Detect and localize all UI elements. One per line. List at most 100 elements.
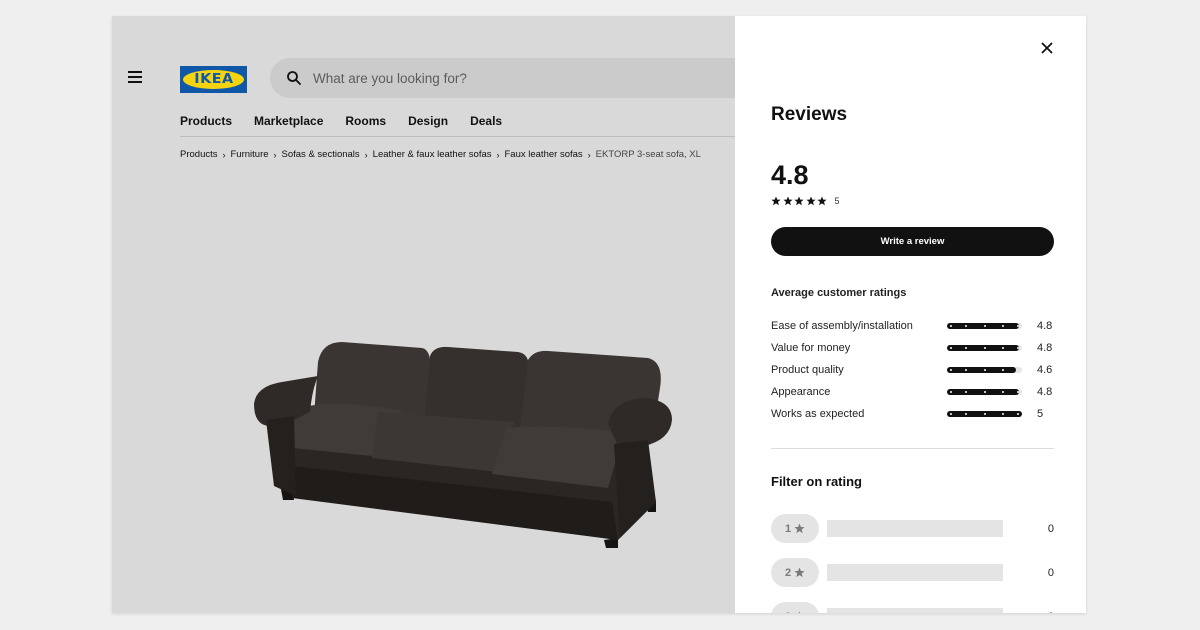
rating-label: Product quality <box>771 364 844 376</box>
filter-bar <box>827 564 1003 581</box>
star-icon <box>805 196 816 206</box>
breadcrumb-item[interactable]: Sofas & sectionals <box>282 149 360 160</box>
chevron-right-icon: › <box>364 149 368 160</box>
star-icon <box>794 567 805 578</box>
nav-item-products[interactable]: Products <box>180 114 232 128</box>
nav-divider <box>180 136 740 137</box>
rating-bar-tick <box>964 391 967 393</box>
write-review-button[interactable]: Write a review <box>771 227 1054 256</box>
filter-bar <box>827 608 1003 613</box>
search-input[interactable] <box>311 69 695 87</box>
rating-bar <box>947 323 1022 329</box>
rating-row: Ease of assembly/installation 4.8 <box>771 315 1061 337</box>
rating-bar-tick <box>983 325 986 327</box>
rating-label: Works as expected <box>771 408 865 420</box>
rating-bar-tick <box>983 391 986 393</box>
rating-bar-tick <box>1017 391 1020 393</box>
hamburger-menu-icon[interactable] <box>128 71 142 85</box>
rating-bar <box>947 411 1022 417</box>
nav-item-design[interactable]: Design <box>408 114 448 128</box>
star-icon <box>798 611 801 613</box>
rating-bar <box>947 367 1022 373</box>
rating-value: 4.8 <box>1037 342 1053 354</box>
rating-bar-tick <box>949 369 952 371</box>
chevron-right-icon: › <box>273 149 277 160</box>
average-ratings-heading: Average customer ratings <box>771 287 907 299</box>
search-bar[interactable] <box>270 58 790 98</box>
page-frame: IKEA Products Marketplace Rooms Design D… <box>112 16 1086 613</box>
nav-item-marketplace[interactable]: Marketplace <box>254 114 323 128</box>
star-icon <box>794 196 804 206</box>
search-icon <box>287 71 301 85</box>
product-image-sofa[interactable] <box>252 316 692 556</box>
rating-value: 4.8 <box>1037 320 1053 332</box>
rating-bar-tick <box>964 347 967 349</box>
chevron-right-icon: › <box>587 149 591 160</box>
rating-row: Product quality 4.6 <box>771 359 1061 381</box>
nav-item-rooms[interactable]: Rooms <box>345 114 386 128</box>
star-rating: 5 <box>771 196 840 206</box>
breadcrumb-item[interactable]: Leather & faux leather sofas <box>373 149 492 160</box>
filter-2-star-button[interactable]: 2 <box>771 558 819 587</box>
rating-bar <box>947 345 1022 351</box>
rating-value: 4.8 <box>1037 386 1053 398</box>
filter-count: 0 <box>1048 611 1054 614</box>
filter-heading: Filter on rating <box>771 474 862 489</box>
rating-bar-fill <box>947 367 1016 373</box>
breadcrumb: Products › Furniture › Sofas & sectional… <box>180 149 701 160</box>
rating-bar-tick <box>949 413 952 415</box>
review-count: 5 <box>834 196 840 206</box>
rating-bar-tick <box>983 369 986 371</box>
rating-row: Value for money 4.8 <box>771 337 1061 359</box>
rating-bar-tick <box>983 347 986 349</box>
chevron-right-icon: › <box>222 149 226 160</box>
filter-count: 0 <box>1047 522 1054 535</box>
star-icon <box>817 196 827 206</box>
filter-stars-label: 3 <box>785 611 791 614</box>
filter-row: 1 0 <box>771 514 1054 543</box>
filter-bar <box>827 520 1003 537</box>
star-icon <box>782 196 793 206</box>
nav-item-deals[interactable]: Deals <box>470 114 502 128</box>
average-ratings-list: Ease of assembly/installation 4.8 Value … <box>771 315 1061 425</box>
rating-label: Value for money <box>771 342 851 354</box>
top-navigation: Products Marketplace Rooms Design Deals <box>180 114 502 128</box>
rating-value: 4.6 <box>1037 364 1053 376</box>
chevron-right-icon: › <box>496 149 500 160</box>
rating-bar-tick <box>949 391 952 393</box>
rating-bar-tick <box>949 347 952 349</box>
ikea-logo[interactable]: IKEA <box>180 66 247 93</box>
rating-label: Ease of assembly/installation <box>771 320 913 332</box>
rating-row: Works as expected 5 <box>771 403 1061 425</box>
filter-row: 2 0 <box>771 558 1054 587</box>
rating-bar-tick <box>964 369 967 371</box>
rating-bar-tick <box>1017 347 1020 349</box>
filter-stars-label: 2 <box>784 566 792 579</box>
rating-label: Appearance <box>771 386 831 398</box>
rating-bar-tick <box>964 325 967 327</box>
rating-bar-tick <box>1017 325 1020 327</box>
breadcrumb-item[interactable]: Furniture <box>231 149 269 160</box>
logo-text: IKEA <box>193 72 234 87</box>
rating-filter-list: 1 0 2 0 3 0 <box>771 514 1054 613</box>
close-button[interactable] <box>1035 36 1059 60</box>
filter-stars-label: 1 <box>784 522 792 535</box>
star-icon <box>771 196 781 206</box>
section-divider <box>771 448 1054 449</box>
average-score: 4.8 <box>771 160 809 190</box>
rating-value: 5 <box>1037 408 1044 420</box>
reviews-panel: Reviews 4.8 5 Write a review Average cus… <box>735 16 1086 613</box>
reviews-title: Reviews <box>771 104 848 125</box>
rating-bar-tick <box>983 413 986 415</box>
filter-row: 3 0 <box>771 602 1054 613</box>
rating-bar <box>947 389 1022 395</box>
rating-bar-tick <box>949 325 952 327</box>
star-icon <box>794 523 805 534</box>
close-icon <box>1041 42 1053 54</box>
filter-1-star-button[interactable]: 1 <box>771 514 819 543</box>
breadcrumb-item[interactable]: Products <box>180 149 218 160</box>
filter-3-star-button[interactable]: 3 <box>771 602 819 613</box>
rating-bar-tick <box>964 413 967 415</box>
breadcrumb-current: EKTORP 3-seat sofa, XL <box>595 149 701 160</box>
breadcrumb-item[interactable]: Faux leather sofas <box>505 149 583 160</box>
